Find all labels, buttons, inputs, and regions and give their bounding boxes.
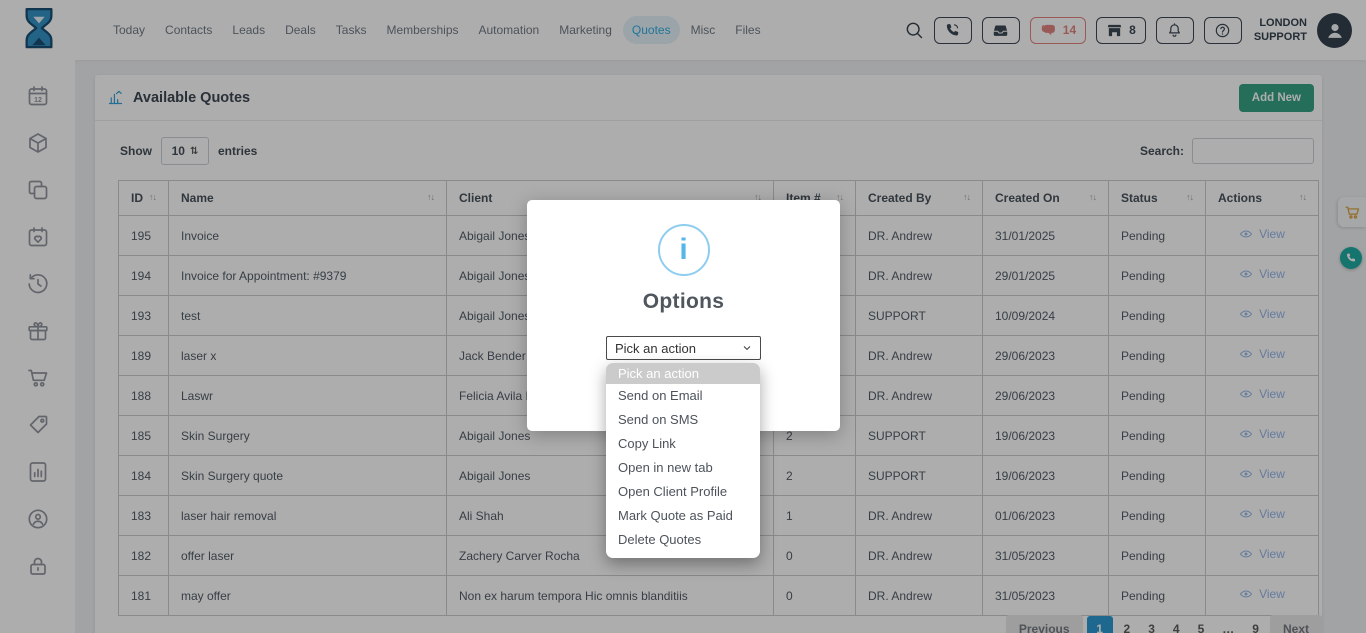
action-select-value: Pick an action — [615, 341, 696, 356]
app-root: /* items injected */ Today Contacts Lead… — [0, 0, 1366, 633]
modal-title: Options — [643, 290, 724, 314]
action-dropdown-list: Pick an action Send on Email Send on SMS… — [606, 363, 760, 558]
action-select[interactable]: Pick an action — [606, 336, 761, 360]
chevron-down-icon — [742, 343, 752, 353]
dropdown-option-send-on-email[interactable]: Send on Email — [606, 384, 760, 408]
info-icon: i — [658, 224, 710, 276]
dropdown-option-mark-quote-as-paid[interactable]: Mark Quote as Paid — [606, 504, 760, 528]
dropdown-option-pick-an-action[interactable]: Pick an action — [606, 363, 760, 384]
dropdown-option-copy-link[interactable]: Copy Link — [606, 432, 760, 456]
dropdown-option-open-in-new-tab[interactable]: Open in new tab — [606, 456, 760, 480]
dropdown-option-open-client-profile[interactable]: Open Client Profile — [606, 480, 760, 504]
dropdown-option-send-on-sms[interactable]: Send on SMS — [606, 408, 760, 432]
dropdown-option-delete-quotes[interactable]: Delete Quotes — [606, 528, 760, 552]
